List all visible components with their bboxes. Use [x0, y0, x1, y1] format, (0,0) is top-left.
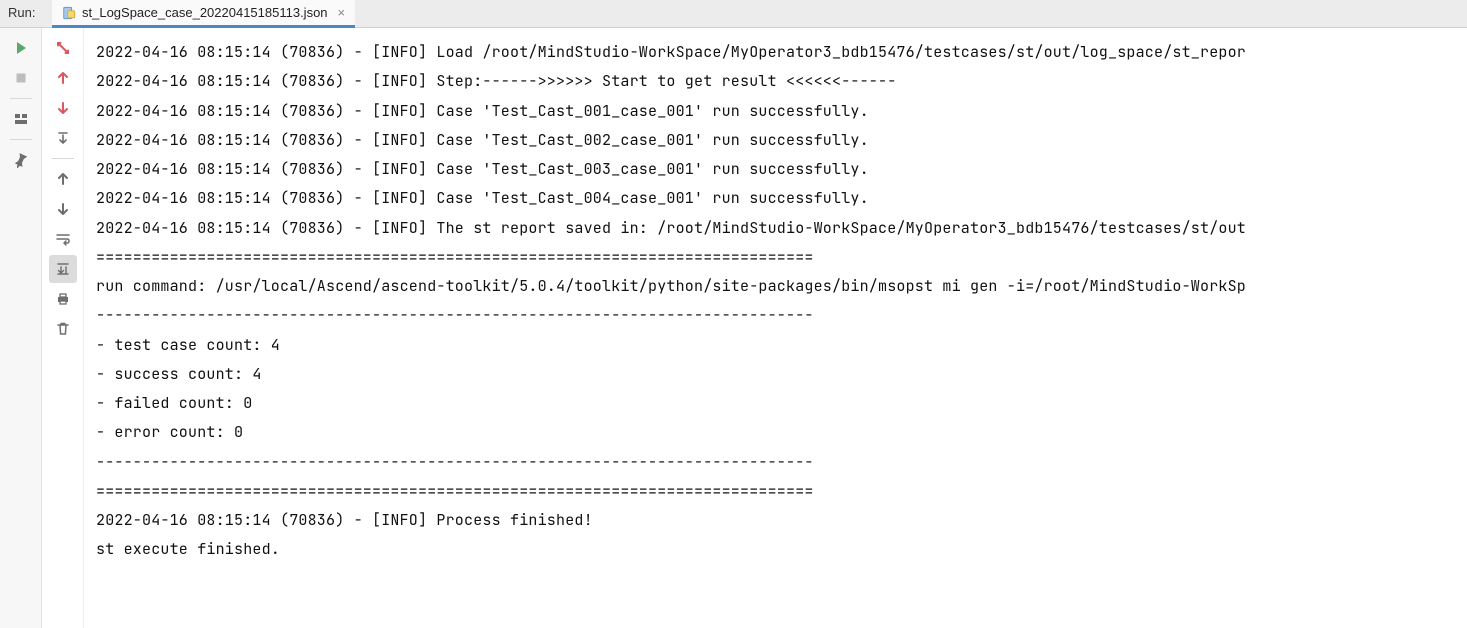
- trash-icon: [55, 321, 71, 337]
- run-gutter-secondary: [42, 28, 84, 628]
- stop-button[interactable]: [7, 64, 35, 92]
- print-icon: [55, 291, 71, 307]
- scroll-end-icon: [55, 261, 71, 277]
- tab-bar: st_LogSpace_case_20220415185113.json ×: [42, 0, 1467, 27]
- pin-icon: [13, 152, 29, 168]
- stack-down-button[interactable]: [49, 124, 77, 152]
- down-grey-button[interactable]: [49, 195, 77, 223]
- arrow-down-grey-icon: [55, 201, 71, 217]
- delete-button[interactable]: [49, 315, 77, 343]
- play-icon: [13, 40, 29, 56]
- arrow-up-grey-icon: [55, 171, 71, 187]
- arrow-down-icon: [55, 100, 71, 116]
- pin-button[interactable]: [7, 146, 35, 174]
- separator: [10, 139, 32, 140]
- rerun-button[interactable]: [7, 34, 35, 62]
- scroll-to-end-button[interactable]: [49, 255, 77, 283]
- layout-icon: [13, 111, 29, 127]
- tab-title: st_LogSpace_case_20220415185113.json: [82, 5, 328, 20]
- down-button[interactable]: [49, 94, 77, 122]
- up-grey-button[interactable]: [49, 165, 77, 193]
- file-json-icon: [62, 6, 76, 20]
- separator: [10, 98, 32, 99]
- run-gutter-primary: [0, 28, 42, 628]
- soft-wrap-button[interactable]: [49, 225, 77, 253]
- close-tab-icon[interactable]: ×: [334, 5, 346, 20]
- soft-wrap-icon: [55, 231, 71, 247]
- up-button[interactable]: [49, 64, 77, 92]
- run-config-tab[interactable]: st_LogSpace_case_20220415185113.json ×: [52, 0, 355, 28]
- restart-icon: [55, 40, 71, 56]
- arrow-up-icon: [55, 70, 71, 86]
- top-row: Run: st_LogSpace_case_20220415185113.jso…: [0, 0, 1467, 28]
- stack-down-icon: [55, 130, 71, 146]
- print-button[interactable]: [49, 285, 77, 313]
- layout-button[interactable]: [7, 105, 35, 133]
- stop-icon: [13, 70, 29, 86]
- separator: [52, 158, 74, 159]
- run-panel-label: Run:: [0, 0, 42, 27]
- restart-button[interactable]: [49, 34, 77, 62]
- main-row: 2022-04-16 08:15:14 (70836) - [INFO] Loa…: [0, 28, 1467, 628]
- console-output[interactable]: 2022-04-16 08:15:14 (70836) - [INFO] Loa…: [84, 28, 1467, 628]
